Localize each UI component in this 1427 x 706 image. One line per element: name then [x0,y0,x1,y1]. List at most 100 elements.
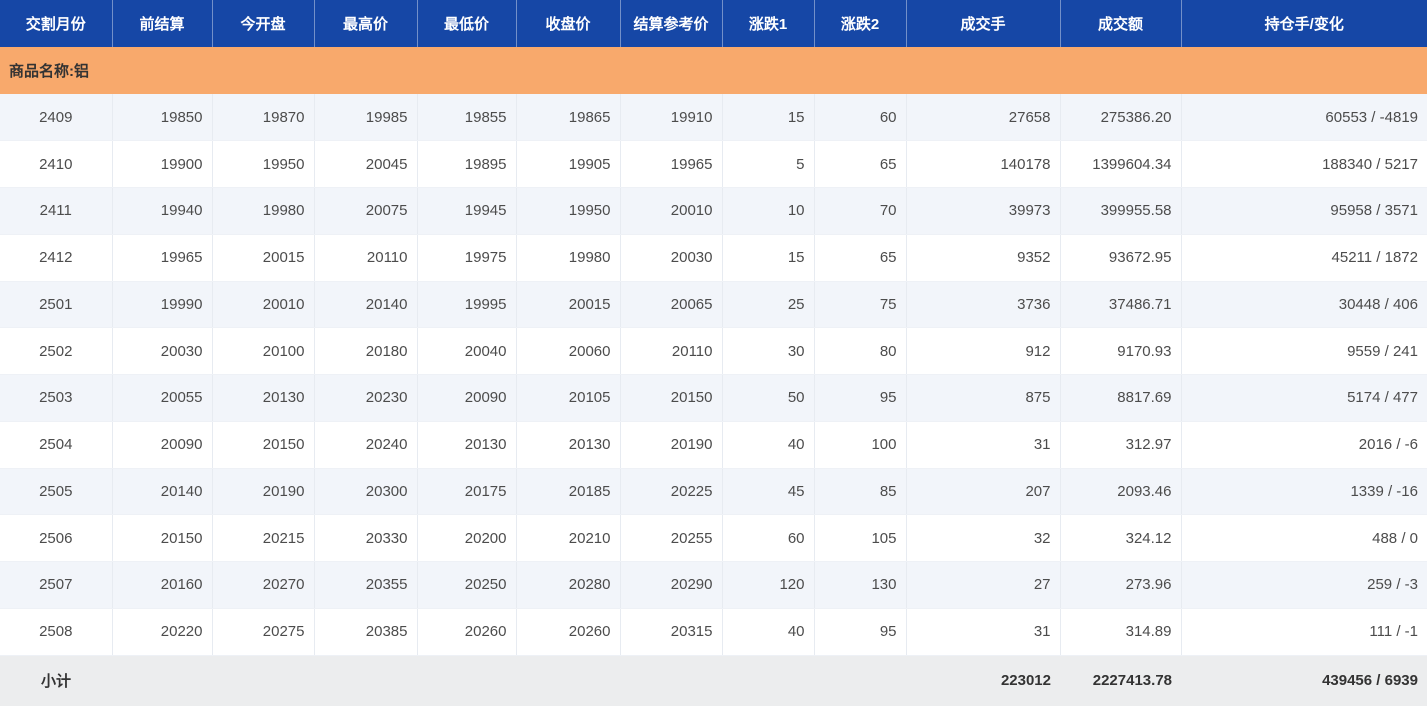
cell-month: 2412 [0,234,112,281]
cell-prev-settlement: 20055 [112,375,212,422]
cell-change1: 5 [722,141,814,188]
cell-month: 2504 [0,421,112,468]
cell-turnover: 9170.93 [1060,328,1181,375]
cell-close: 20015 [516,281,620,328]
cell-change1: 50 [722,375,814,422]
cell-turnover: 273.96 [1060,562,1181,609]
cell-change2: 85 [814,468,906,515]
cell-high: 20330 [314,515,417,562]
cell-open: 20190 [212,468,314,515]
cell-high: 20045 [314,141,417,188]
table-row: 2508202202027520385202602026020315409531… [0,608,1427,655]
futures-quotes-screen: 交割月份前结算今开盘最高价最低价收盘价结算参考价涨跌1涨跌2成交手成交额持仓手/… [0,0,1427,706]
cell-prev-settlement: 20160 [112,562,212,609]
cell-close: 20280 [516,562,620,609]
cell-month: 2411 [0,188,112,235]
cell-open: 20150 [212,421,314,468]
subtotal-cell-turnover: 2227413.78 [1060,655,1181,706]
table-header: 交割月份前结算今开盘最高价最低价收盘价结算参考价涨跌1涨跌2成交手成交额持仓手/… [0,0,1427,47]
cell-month: 2501 [0,281,112,328]
column-header-high: 最高价 [314,0,417,47]
cell-open-interest-change: 95958 / 3571 [1181,188,1427,235]
table-row: 2502200302010020180200402006020110308091… [0,328,1427,375]
cell-change1: 120 [722,562,814,609]
cell-change2: 65 [814,141,906,188]
cell-turnover: 8817.69 [1060,375,1181,422]
cell-change2: 95 [814,375,906,422]
cell-settlement-ref: 20065 [620,281,722,328]
table-row: 2503200552013020230200902010520150509587… [0,375,1427,422]
table-row: 2411199401998020075199451995020010107039… [0,188,1427,235]
cell-month: 2502 [0,328,112,375]
group-band: 商品名称:铝 [0,47,1427,94]
table-row: 2506201502021520330202002021020255601053… [0,515,1427,562]
cell-high: 20110 [314,234,417,281]
header-row: 交割月份前结算今开盘最高价最低价收盘价结算参考价涨跌1涨跌2成交手成交额持仓手/… [0,0,1427,47]
column-header-turnover: 成交额 [1060,0,1181,47]
cell-settlement-ref: 20010 [620,188,722,235]
column-header-month: 交割月份 [0,0,112,47]
cell-volume: 9352 [906,234,1060,281]
cell-low: 19975 [417,234,516,281]
subtotal-section: 小计 2230122227413.78439456 / 6939 [0,655,1427,706]
cell-turnover: 324.12 [1060,515,1181,562]
cell-change1: 60 [722,515,814,562]
cell-high: 20180 [314,328,417,375]
cell-close: 20060 [516,328,620,375]
table-row: 2412199652001520110199751998020030156593… [0,234,1427,281]
cell-month: 2506 [0,515,112,562]
cell-settlement-ref: 20315 [620,608,722,655]
cell-open-interest-change: 2016 / -6 [1181,421,1427,468]
cell-change1: 30 [722,328,814,375]
cell-prev-settlement: 19990 [112,281,212,328]
column-header-change2: 涨跌2 [814,0,906,47]
cell-volume: 31 [906,608,1060,655]
table-row: 2504200902015020240201302013020190401003… [0,421,1427,468]
cell-open: 20100 [212,328,314,375]
cell-volume: 27 [906,562,1060,609]
cell-low: 19855 [417,94,516,141]
cell-prev-settlement: 19965 [112,234,212,281]
subtotal-label: 小计 [0,655,112,706]
cell-close: 19980 [516,234,620,281]
cell-volume: 140178 [906,141,1060,188]
table-row: 2507201602027020355202502028020290120130… [0,562,1427,609]
subtotal-cell-low [417,655,516,706]
cell-volume: 3736 [906,281,1060,328]
subtotal-cell-close [516,655,620,706]
cell-high: 20240 [314,421,417,468]
cell-change2: 75 [814,281,906,328]
cell-change2: 65 [814,234,906,281]
commodity-group-row: 商品名称:铝 [0,47,1427,94]
cell-month: 2503 [0,375,112,422]
cell-change1: 15 [722,94,814,141]
cell-open-interest-change: 45211 / 1872 [1181,234,1427,281]
table-row: 2409198501987019985198551986519910156027… [0,94,1427,141]
cell-prev-settlement: 20220 [112,608,212,655]
cell-month: 2508 [0,608,112,655]
subtotal-cell-change2 [814,655,906,706]
cell-change2: 80 [814,328,906,375]
cell-close: 19905 [516,141,620,188]
cell-open-interest-change: 60553 / -4819 [1181,94,1427,141]
cell-turnover: 93672.95 [1060,234,1181,281]
cell-volume: 912 [906,328,1060,375]
cell-turnover: 314.89 [1060,608,1181,655]
cell-change1: 15 [722,234,814,281]
cell-close: 20105 [516,375,620,422]
column-header-prev-settlement: 前结算 [112,0,212,47]
cell-open-interest-change: 9559 / 241 [1181,328,1427,375]
cell-high: 20075 [314,188,417,235]
table-row: 2410199001995020045198951990519965565140… [0,141,1427,188]
column-header-volume: 成交手 [906,0,1060,47]
cell-close: 20130 [516,421,620,468]
cell-low: 20260 [417,608,516,655]
cell-low: 20130 [417,421,516,468]
cell-prev-settlement: 20030 [112,328,212,375]
cell-close: 19950 [516,188,620,235]
cell-open: 20010 [212,281,314,328]
cell-turnover: 399955.58 [1060,188,1181,235]
cell-close: 19865 [516,94,620,141]
subtotal-cell-open-interest-change: 439456 / 6939 [1181,655,1427,706]
cell-volume: 32 [906,515,1060,562]
